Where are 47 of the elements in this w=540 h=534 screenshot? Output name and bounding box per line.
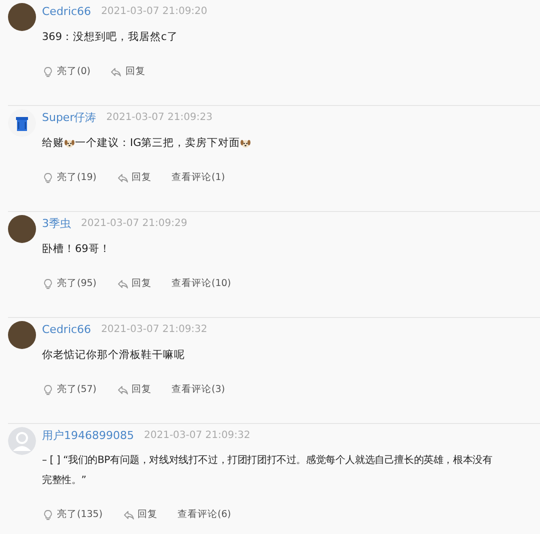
view-comments-button[interactable]: 查看评论(6) [178, 508, 232, 521]
view-comments-button[interactable]: 查看评论(3) [172, 383, 225, 396]
comment-text: 一个建议：IG第三把，卖房下对面 [75, 136, 240, 151]
comment-time: 2021-03-07 21:09:23 [106, 112, 212, 122]
comment-text: 卧槽！69哥！ [42, 242, 110, 257]
reply-arrow-icon [116, 278, 129, 290]
username-link[interactable]: Super仔涛 [42, 110, 96, 124]
reply-button[interactable]: 回复 [122, 508, 158, 521]
default-avatar-icon [8, 427, 36, 455]
lightbulb-icon [42, 172, 54, 184]
reply-arrow-icon [122, 508, 135, 520]
comment-text: – [ ] “我们的BP有问题，对线对线打不过，打团打团打不过。感觉每个人就选自己擅长的英雄，根本没有 [42, 454, 492, 468]
comment-time: 2021-03-07 21:09:32 [101, 324, 208, 334]
reply-button[interactable]: 回复 [116, 277, 152, 290]
reply-button[interactable]: 回复 [116, 383, 152, 396]
reply-arrow-icon [116, 384, 129, 396]
comment-text: 你老惦记你那个滑板鞋干嘛呢 [42, 348, 185, 363]
comment-time: 2021-03-07 21:09:29 [81, 218, 188, 228]
comment-text: 完整性。” [42, 474, 86, 488]
like-button[interactable]: 亮了(135) [42, 508, 103, 521]
like-button[interactable]: 亮了(19) [42, 171, 97, 184]
lightbulb-icon [42, 278, 54, 290]
comment-time: 2021-03-07 21:09:20 [101, 6, 208, 16]
reply-arrow-icon [116, 172, 129, 184]
like-button[interactable]: 亮了(95) [42, 277, 97, 290]
username-link[interactable]: 3季虫 [42, 216, 71, 230]
avatar-photo-placeholder [8, 321, 36, 349]
like-button[interactable]: 亮了(0) [42, 65, 90, 78]
reply-button[interactable]: 回复 [116, 171, 152, 184]
reply-button[interactable]: 回复 [110, 65, 146, 78]
reply-arrow-icon [110, 66, 122, 78]
lightbulb-icon [42, 508, 54, 520]
comment-text: 给赌 [42, 136, 64, 151]
avatar-photo-placeholder [8, 3, 36, 31]
username-link[interactable]: Cedric66 [42, 322, 92, 336]
view-comments-button[interactable]: 查看评论(10) [172, 277, 232, 290]
comment-text: 369：没想到吧，我居然c了 [42, 30, 178, 45]
avatar-photo-placeholder [8, 215, 36, 243]
dog-emoji-icon [64, 138, 75, 148]
dog-emoji-icon [240, 138, 252, 148]
view-comments-button[interactable]: 查看评论(1) [172, 171, 225, 184]
username-link[interactable]: 用户1946899085 [42, 428, 134, 442]
like-button[interactable]: 亮了(57) [42, 383, 97, 396]
lightbulb-icon [42, 66, 54, 78]
lightbulb-icon [42, 384, 54, 396]
comment-time: 2021-03-07 21:09:32 [144, 430, 250, 440]
username-link[interactable]: Cedric66 [42, 4, 92, 18]
